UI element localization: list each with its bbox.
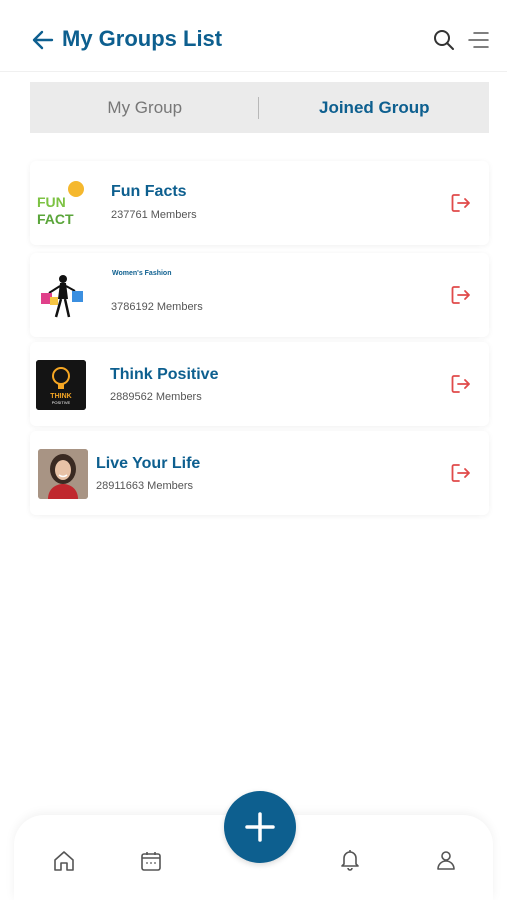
user-icon	[437, 851, 455, 870]
tab-joined-group[interactable]: Joined Group	[260, 82, 490, 133]
group-card-fun-facts[interactable]: FUN FACT Fun Facts 237761 Members	[30, 161, 489, 245]
nav-notifications-button[interactable]	[338, 847, 362, 871]
group-thumbnail: FUN FACT	[36, 179, 86, 229]
group-members: 3786192 Members	[111, 301, 203, 313]
back-button[interactable]	[30, 27, 56, 53]
group-card-live-your-life[interactable]: Live Your Life 28911663 Members	[30, 431, 489, 515]
avatar-photo-icon	[38, 449, 88, 499]
group-name: Fun Facts	[111, 183, 187, 200]
thumb-text-think: THINK	[50, 393, 71, 400]
header: My Groups List	[0, 0, 507, 72]
fashion-woman-icon	[41, 275, 83, 318]
exit-icon	[451, 194, 470, 212]
thumb-text-fact: FACT	[37, 211, 74, 227]
group-card-womens-fashion[interactable]: Women's Fashion 3786192 Members	[30, 253, 489, 337]
leave-group-button[interactable]	[450, 373, 472, 395]
group-members: 237761 Members	[111, 209, 197, 221]
menu-lines-icon	[468, 32, 489, 48]
exit-icon	[451, 464, 470, 482]
leave-group-button[interactable]	[450, 462, 472, 484]
bell-icon	[341, 850, 359, 871]
exit-icon	[451, 375, 470, 393]
exit-icon	[451, 286, 470, 304]
arrow-left-icon	[32, 30, 54, 50]
group-name: Think Positive	[110, 366, 219, 383]
group-name: Live Your Life	[96, 455, 201, 472]
group-name: Women's Fashion	[112, 270, 172, 277]
nav-calendar-button[interactable]	[139, 849, 163, 873]
group-members: 28911663 Members	[96, 480, 194, 492]
add-group-button[interactable]	[224, 791, 296, 863]
tab-bar: My Group Joined Group	[30, 82, 489, 133]
group-thumbnail	[38, 449, 88, 499]
leave-group-button[interactable]	[450, 284, 472, 306]
leave-group-button[interactable]	[450, 192, 472, 214]
thumb-text-positive: POSITIVE	[52, 400, 71, 405]
fun-fact-logo-icon: FUN FACT	[37, 181, 84, 227]
nav-home-button[interactable]	[52, 849, 76, 873]
thumb-text-fun: FUN	[37, 194, 66, 210]
calendar-icon	[141, 852, 161, 871]
group-thumbnail	[36, 271, 86, 321]
group-card-think-positive[interactable]: THINK POSITIVE Think Positive 2889562 Me…	[30, 342, 489, 426]
search-button[interactable]	[432, 28, 456, 52]
lightbulb-icon: THINK POSITIVE	[36, 360, 86, 410]
group-members: 2889562 Members	[110, 391, 202, 403]
menu-button[interactable]	[466, 28, 490, 52]
page-title: My Groups List	[62, 26, 223, 51]
nav-profile-button[interactable]	[434, 848, 458, 872]
group-thumbnail: THINK POSITIVE	[36, 360, 86, 410]
tab-my-group[interactable]: My Group	[30, 82, 260, 133]
tab-divider	[258, 97, 259, 119]
plus-icon	[245, 812, 275, 842]
search-icon	[434, 30, 454, 50]
home-icon	[54, 851, 74, 871]
